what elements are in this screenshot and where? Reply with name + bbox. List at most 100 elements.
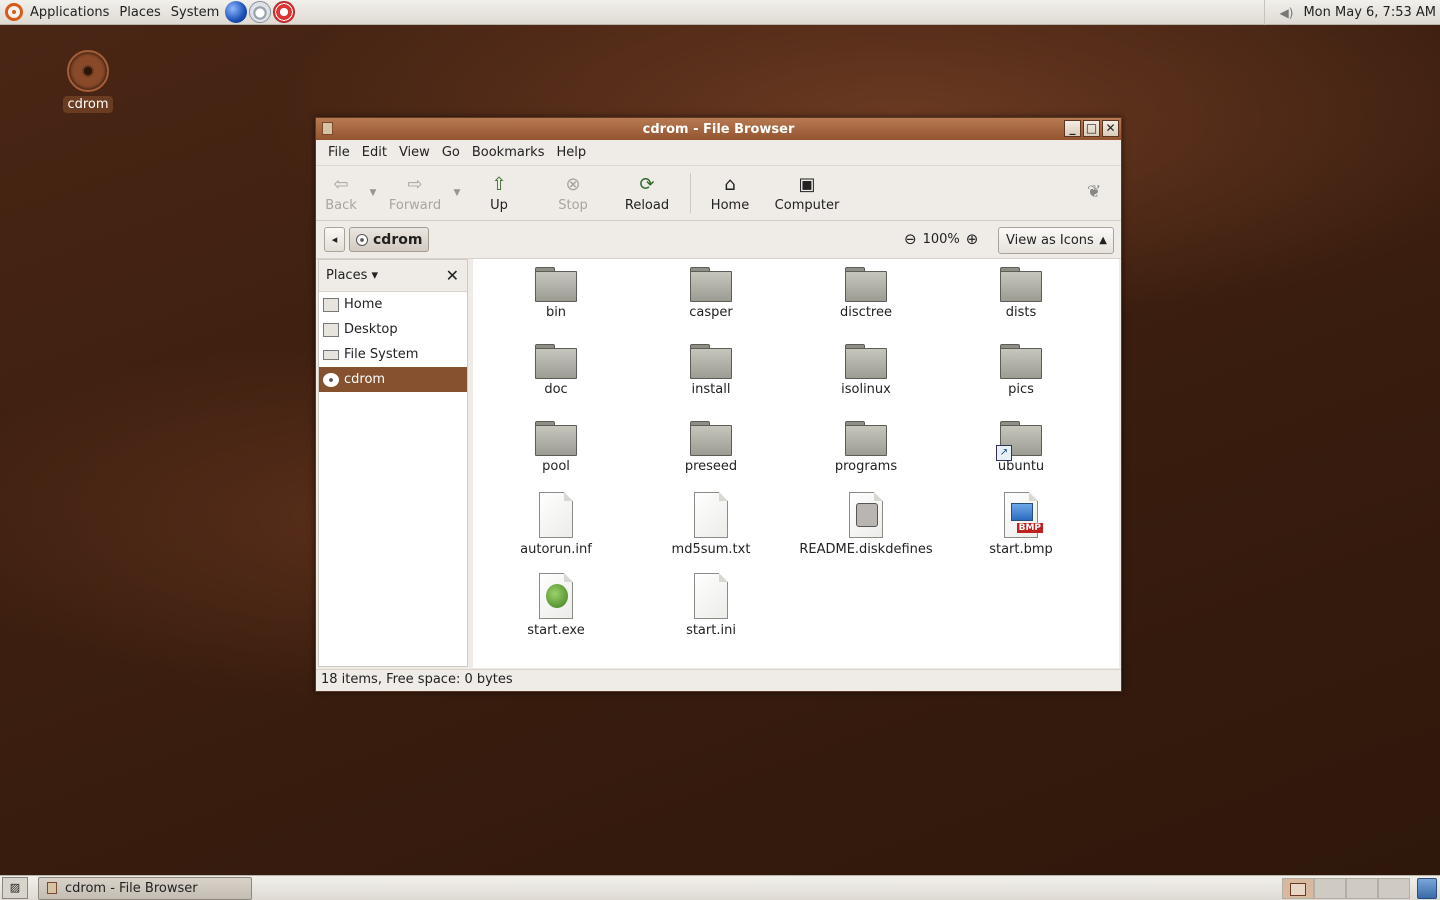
menu-edit[interactable]: Edit	[356, 145, 393, 160]
breadcrumb-cdrom[interactable]: cdrom	[349, 227, 430, 252]
forward-history-dropdown[interactable]: ▼	[450, 168, 464, 218]
back-history-dropdown[interactable]: ▼	[366, 168, 380, 218]
taskbar-window-button[interactable]: cdrom - File Browser	[38, 876, 252, 900]
globe-icon[interactable]	[225, 1, 248, 23]
forward-label: Forward	[388, 198, 442, 213]
trash-icon[interactable]	[1417, 878, 1437, 899]
file-item[interactable]: doc	[481, 344, 631, 397]
sidebar-item-label: cdrom	[344, 372, 386, 387]
file-item[interactable]: autorun.inf	[481, 492, 631, 557]
menu-view[interactable]: View	[393, 145, 436, 160]
sidebar-item-home[interactable]: Home	[319, 292, 467, 317]
folder-icon	[690, 267, 732, 302]
reload-button[interactable]: ⟳ Reload	[612, 168, 682, 218]
zoom-level[interactable]: 100%	[923, 232, 960, 247]
applications-menu[interactable]: Applications	[25, 0, 114, 25]
file-item[interactable]: install	[636, 344, 786, 397]
sidebar-header: Places ▾ ✕	[319, 260, 467, 292]
notification-area: ◀) Mon May 6, 7:53 AM	[1264, 0, 1440, 25]
arrow-up-icon: ⇧	[491, 173, 507, 195]
back-button[interactable]: ⇦ Back	[316, 168, 366, 218]
close-sidebar-icon[interactable]: ✕	[446, 266, 459, 285]
file-item[interactable]: programs	[791, 421, 941, 474]
show-desktop-button[interactable]: ▨	[2, 877, 28, 899]
folder-icon	[845, 267, 887, 302]
file-item[interactable]: BMP start.bmp	[946, 492, 1096, 557]
file-item-label: casper	[689, 305, 733, 320]
file-item-label: programs	[834, 459, 898, 474]
clock[interactable]: Mon May 6, 7:53 AM	[1303, 5, 1440, 20]
status-bar: 18 items, Free space: 0 bytes	[316, 669, 1121, 691]
cdrom-icon	[67, 50, 109, 92]
file-item-label: dists	[1005, 305, 1037, 320]
sidebar-item-cdrom[interactable]: cdrom	[319, 367, 467, 392]
image-file-icon: BMP	[1004, 492, 1043, 538]
cdrom-icon	[323, 372, 339, 387]
zoom-in-icon[interactable]: ⊕	[966, 230, 979, 248]
sidebar-item-label: Desktop	[344, 322, 398, 337]
workspace-3[interactable]	[1346, 878, 1378, 899]
location-bar: ◂ cdrom ⊖ 100% ⊕ View as Icons ▲	[316, 221, 1121, 259]
sidebar-item-desktop[interactable]: Desktop	[319, 317, 467, 342]
menu-go[interactable]: Go	[436, 145, 466, 160]
zoom-out-icon[interactable]: ⊖	[904, 230, 917, 248]
home-button[interactable]: ⌂ Home	[699, 168, 761, 218]
taskbar-window-label: cdrom - File Browser	[65, 880, 198, 896]
drive-icon	[323, 349, 339, 360]
back-label: Back	[325, 198, 357, 213]
window-icon	[47, 882, 57, 894]
up-button[interactable]: ⇧ Up	[464, 168, 534, 218]
reload-icon: ⟳	[639, 173, 655, 195]
path-scroll-left-button[interactable]: ◂	[324, 227, 345, 252]
file-item-label: install	[691, 382, 731, 397]
workspace-2[interactable]	[1314, 878, 1346, 899]
file-item[interactable]: ↗ ubuntu	[946, 421, 1096, 474]
help-icon[interactable]	[273, 1, 296, 23]
folder-icon	[535, 267, 577, 302]
top-panel: Applications Places System ◀) Mon May 6,…	[0, 0, 1440, 25]
menubar: File Edit View Go Bookmarks Help	[316, 140, 1121, 166]
file-item-label: md5sum.txt	[671, 542, 751, 557]
menu-file[interactable]: File	[322, 145, 356, 160]
window-titlebar[interactable]: cdrom - File Browser _ □ ✕	[316, 118, 1121, 140]
file-item[interactable]: README.diskdefines	[791, 492, 941, 557]
desktop-cdrom[interactable]: cdrom	[60, 50, 116, 113]
computer-button[interactable]: ▣ Computer	[767, 168, 847, 218]
forward-button[interactable]: ⇨ Forward	[380, 168, 450, 218]
view-mode-select[interactable]: View as Icons ▲	[998, 227, 1114, 254]
text-file-icon	[694, 492, 728, 538]
file-item[interactable]: start.exe	[481, 573, 631, 638]
file-item[interactable]: preseed	[636, 421, 786, 474]
places-menu[interactable]: Places	[114, 0, 165, 25]
file-item[interactable]: bin	[481, 267, 631, 320]
file-item-label: disctree	[840, 305, 892, 320]
maximize-button[interactable]: □	[1083, 120, 1100, 137]
file-item[interactable]: casper	[636, 267, 786, 320]
file-item[interactable]: start.ini	[636, 573, 786, 638]
menu-bookmarks[interactable]: Bookmarks	[466, 145, 551, 160]
file-item[interactable]: disctree	[791, 267, 941, 320]
sidebar-title-select[interactable]: Places ▾	[326, 268, 378, 283]
close-button[interactable]: ✕	[1102, 120, 1119, 137]
file-item[interactable]: isolinux	[791, 344, 941, 397]
sidebar-item-filesystem[interactable]: File System	[319, 342, 467, 367]
arrow-left-icon: ⇦	[333, 173, 349, 195]
mail-icon[interactable]	[249, 1, 272, 23]
workspace-1[interactable]	[1282, 878, 1314, 899]
menu-help[interactable]: Help	[550, 145, 592, 160]
file-item-label: autorun.inf	[520, 542, 592, 557]
file-item[interactable]: md5sum.txt	[636, 492, 786, 557]
file-item[interactable]: pics	[946, 344, 1096, 397]
file-item[interactable]: dists	[946, 267, 1096, 320]
file-item-label: preseed	[684, 459, 738, 474]
file-item-label: bin	[545, 305, 567, 320]
file-item[interactable]: pool	[481, 421, 631, 474]
window-menu-icon[interactable]	[322, 122, 333, 135]
volume-icon[interactable]: ◀)	[1279, 6, 1297, 20]
stop-button[interactable]: ⊗ Stop	[534, 168, 612, 218]
minimize-button[interactable]: _	[1064, 120, 1081, 137]
file-item-label: start.exe	[527, 623, 585, 638]
system-menu[interactable]: System	[166, 0, 224, 25]
workspace-4[interactable]	[1378, 878, 1410, 899]
ubuntu-logo-icon[interactable]	[5, 3, 23, 21]
